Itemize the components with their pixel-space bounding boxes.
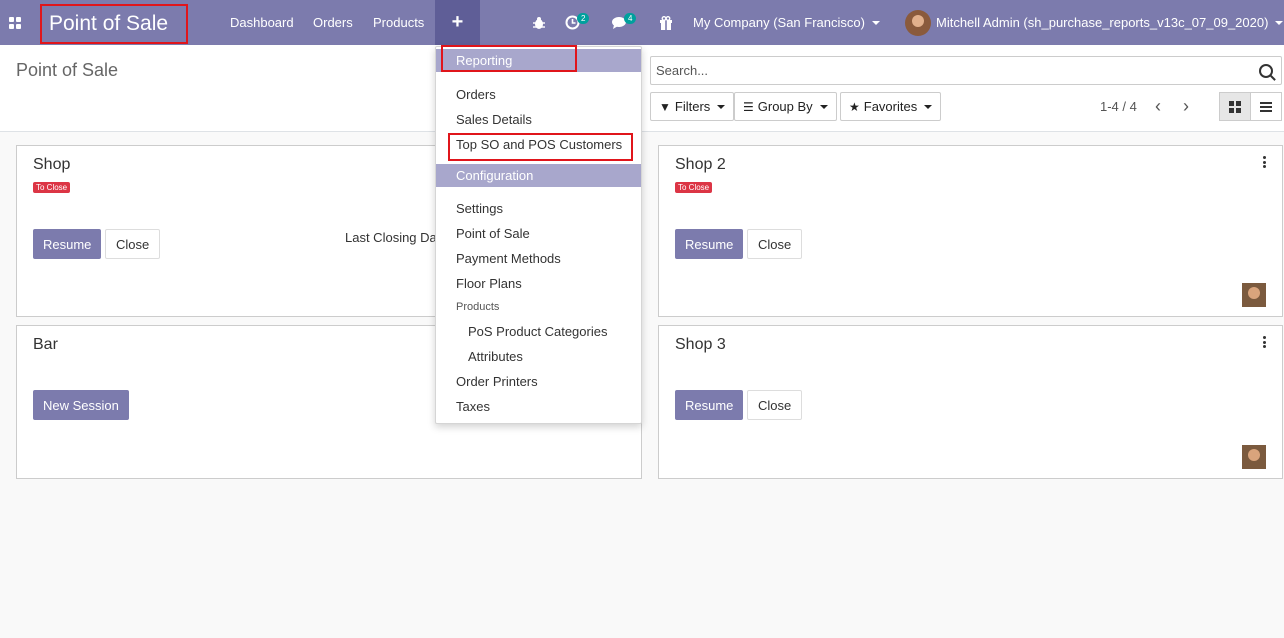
card-title: Shop 2 bbox=[675, 156, 726, 173]
close-button[interactable]: Close bbox=[747, 390, 803, 420]
resume-button[interactable]: Resume bbox=[675, 390, 744, 420]
apps-grid-icon[interactable] bbox=[9, 0, 25, 45]
pager-value[interactable]: 1-4 / 4 bbox=[1100, 99, 1137, 114]
top-navbar: Point of Sale Dashboard Orders Products … bbox=[0, 0, 1284, 45]
kebab-menu-icon[interactable] bbox=[1263, 336, 1266, 348]
bug-icon[interactable] bbox=[532, 0, 546, 45]
card-title: Shop 3 bbox=[675, 336, 726, 353]
menu-dashboard[interactable]: Dashboard bbox=[230, 0, 294, 45]
pos-card-shop-2: Shop 2 To Close Resume Close bbox=[658, 145, 1283, 317]
dropdown-header-configuration: Configuration bbox=[436, 164, 641, 187]
search-box bbox=[650, 56, 1282, 85]
group-by-label: Group By bbox=[757, 99, 813, 114]
gift-icon[interactable] bbox=[659, 0, 673, 45]
user-menu[interactable]: Mitchell Admin (sh_purchase_reports_v13c… bbox=[905, 0, 1284, 45]
menu-item-attributes[interactable]: Attributes bbox=[468, 349, 523, 364]
menu-item-pos-product-categories[interactable]: PoS Product Categories bbox=[468, 324, 607, 339]
menu-item-payment-methods[interactable]: Payment Methods bbox=[456, 251, 561, 266]
menu-item-point-of-sale[interactable]: Point of Sale bbox=[456, 226, 530, 241]
star-icon: ★ bbox=[849, 99, 860, 114]
chevron-right-icon[interactable]: › bbox=[1183, 96, 1189, 117]
reporting-menu-toggle[interactable]: + bbox=[435, 0, 480, 45]
menu-orders[interactable]: Orders bbox=[313, 0, 353, 45]
search-icon[interactable] bbox=[1259, 63, 1273, 78]
status-badge: To Close bbox=[675, 182, 713, 193]
card-title: Shop bbox=[33, 156, 71, 173]
company-switcher[interactable]: My Company (San Francisco) bbox=[693, 0, 880, 45]
user-name: Mitchell Admin (sh_purchase_reports_v13c… bbox=[936, 15, 1269, 30]
chevron-down-icon bbox=[717, 104, 726, 109]
chevron-down-icon bbox=[819, 104, 828, 109]
search-input[interactable] bbox=[656, 63, 1259, 78]
avatar bbox=[1242, 445, 1266, 469]
chevron-left-icon[interactable]: ‹ bbox=[1155, 96, 1161, 117]
menu-products[interactable]: Products bbox=[373, 0, 424, 45]
list-icon bbox=[1260, 101, 1272, 112]
reporting-dropdown-menu: Reporting Orders Sales Details Top SO an… bbox=[435, 46, 642, 424]
control-panel: Point of Sale ▼ Filters ☰ Group By ★ Fav… bbox=[0, 45, 1284, 132]
avatar bbox=[1242, 283, 1266, 307]
menu-item-taxes[interactable]: Taxes bbox=[456, 399, 490, 414]
chat-icon[interactable] bbox=[611, 0, 627, 45]
app-title: Point of Sale bbox=[40, 4, 188, 44]
filters-label: Filters bbox=[674, 99, 711, 114]
favorites-button[interactable]: ★ Favorites bbox=[840, 92, 942, 121]
status-badge: To Close bbox=[33, 182, 71, 193]
card-title: Bar bbox=[33, 336, 58, 353]
menu-item-sales-details[interactable]: Sales Details bbox=[456, 112, 532, 127]
avatar bbox=[905, 9, 931, 36]
kanban-view-button[interactable] bbox=[1219, 92, 1251, 121]
list-view-button[interactable] bbox=[1250, 92, 1282, 121]
last-closing-label: Last Closing Da bbox=[345, 230, 437, 245]
menu-item-orders[interactable]: Orders bbox=[456, 87, 496, 102]
list-icon: ☰ bbox=[743, 99, 754, 114]
filters-button[interactable]: ▼ Filters bbox=[650, 92, 735, 121]
chevron-down-icon bbox=[924, 104, 933, 109]
resume-button[interactable]: Resume bbox=[675, 229, 744, 259]
company-name: My Company (San Francisco) bbox=[693, 15, 865, 30]
menu-item-settings[interactable]: Settings bbox=[456, 201, 503, 216]
close-button[interactable]: Close bbox=[747, 229, 803, 259]
favorites-label: Favorites bbox=[863, 99, 918, 114]
kebab-menu-icon[interactable] bbox=[1263, 156, 1266, 168]
chevron-down-icon bbox=[1275, 20, 1284, 25]
new-session-button[interactable]: New Session bbox=[33, 390, 129, 420]
activity-count-badge: 2 bbox=[577, 13, 590, 24]
filter-icon: ▼ bbox=[659, 99, 671, 114]
chevron-down-icon bbox=[871, 20, 880, 25]
highlight-reporting bbox=[441, 45, 577, 72]
highlight-top-customers bbox=[448, 133, 633, 161]
group-by-button[interactable]: ☰ Group By bbox=[734, 92, 837, 121]
pos-card-shop-3: Shop 3 Resume Close bbox=[658, 325, 1283, 479]
page-title: Point of Sale bbox=[16, 60, 119, 80]
message-count-badge: 4 bbox=[624, 13, 637, 24]
menu-section-products: Products bbox=[456, 301, 500, 313]
close-button[interactable]: Close bbox=[105, 229, 161, 259]
kanban-icon bbox=[1229, 100, 1241, 113]
menu-item-order-printers[interactable]: Order Printers bbox=[456, 374, 538, 389]
menu-item-floor-plans[interactable]: Floor Plans bbox=[456, 276, 522, 291]
resume-button[interactable]: Resume bbox=[33, 229, 102, 259]
